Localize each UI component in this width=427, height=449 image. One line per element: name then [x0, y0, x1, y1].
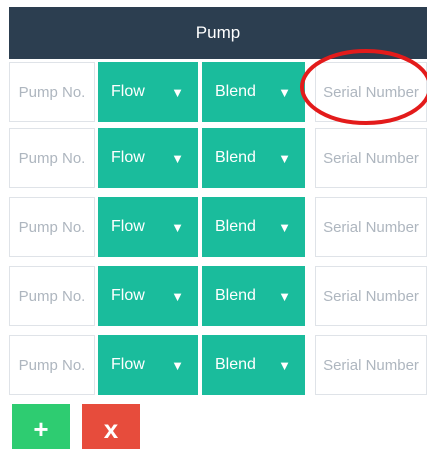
pump-number-input[interactable]: Pump No. — [9, 266, 95, 326]
caret-down-icon: ▼ — [171, 84, 184, 100]
blend-dropdown[interactable]: Blend ▼ — [202, 266, 305, 326]
caret-down-icon: ▼ — [278, 84, 291, 100]
serial-number-input[interactable]: Serial Number — [315, 197, 427, 257]
blend-dropdown[interactable]: Blend ▼ — [202, 128, 305, 188]
blend-dropdown-label: Blend — [215, 287, 256, 304]
flow-dropdown-label: Flow — [111, 356, 145, 373]
caret-down-icon: ▼ — [278, 288, 291, 304]
caret-down-icon: ▼ — [171, 219, 184, 235]
serial-number-input[interactable]: Serial Number — [315, 62, 427, 122]
pump-number-input[interactable]: Pump No. — [9, 62, 95, 122]
serial-number-input[interactable]: Serial Number — [315, 335, 427, 395]
page-title: Pump — [195, 23, 241, 42]
flow-dropdown-label: Flow — [111, 83, 145, 100]
blend-dropdown-label: Blend — [215, 83, 256, 100]
flow-dropdown-label: Flow — [111, 218, 145, 235]
flow-dropdown[interactable]: Flow ▼ — [98, 197, 198, 257]
flow-dropdown[interactable]: Flow ▼ — [98, 128, 198, 188]
flow-dropdown[interactable]: Flow ▼ — [98, 335, 198, 395]
plus-icon: + — [33, 413, 49, 444]
pump-header: Pump — [9, 7, 427, 59]
close-icon: x — [103, 413, 119, 444]
blend-dropdown-label: Blend — [215, 149, 256, 166]
caret-down-icon: ▼ — [278, 357, 291, 373]
caret-down-icon: ▼ — [278, 150, 291, 166]
blend-dropdown-label: Blend — [215, 356, 256, 373]
caret-down-icon: ▼ — [171, 150, 184, 166]
blend-dropdown[interactable]: Blend ▼ — [202, 197, 305, 257]
pump-number-input[interactable]: Pump No. — [9, 197, 95, 257]
blend-dropdown-label: Blend — [215, 218, 256, 235]
flow-dropdown-label: Flow — [111, 287, 145, 304]
add-row-button[interactable]: + — [12, 404, 70, 449]
flow-dropdown[interactable]: Flow ▼ — [98, 266, 198, 326]
caret-down-icon: ▼ — [171, 288, 184, 304]
caret-down-icon: ▼ — [171, 357, 184, 373]
serial-number-input[interactable]: Serial Number — [315, 266, 427, 326]
blend-dropdown[interactable]: Blend ▼ — [202, 335, 305, 395]
pump-number-input[interactable]: Pump No. — [9, 335, 95, 395]
remove-row-button[interactable]: x — [82, 404, 140, 449]
serial-number-input[interactable]: Serial Number — [315, 128, 427, 188]
caret-down-icon: ▼ — [278, 219, 291, 235]
pump-number-input[interactable]: Pump No. — [9, 128, 95, 188]
blend-dropdown[interactable]: Blend ▼ — [202, 62, 305, 122]
flow-dropdown[interactable]: Flow ▼ — [98, 62, 198, 122]
flow-dropdown-label: Flow — [111, 149, 145, 166]
